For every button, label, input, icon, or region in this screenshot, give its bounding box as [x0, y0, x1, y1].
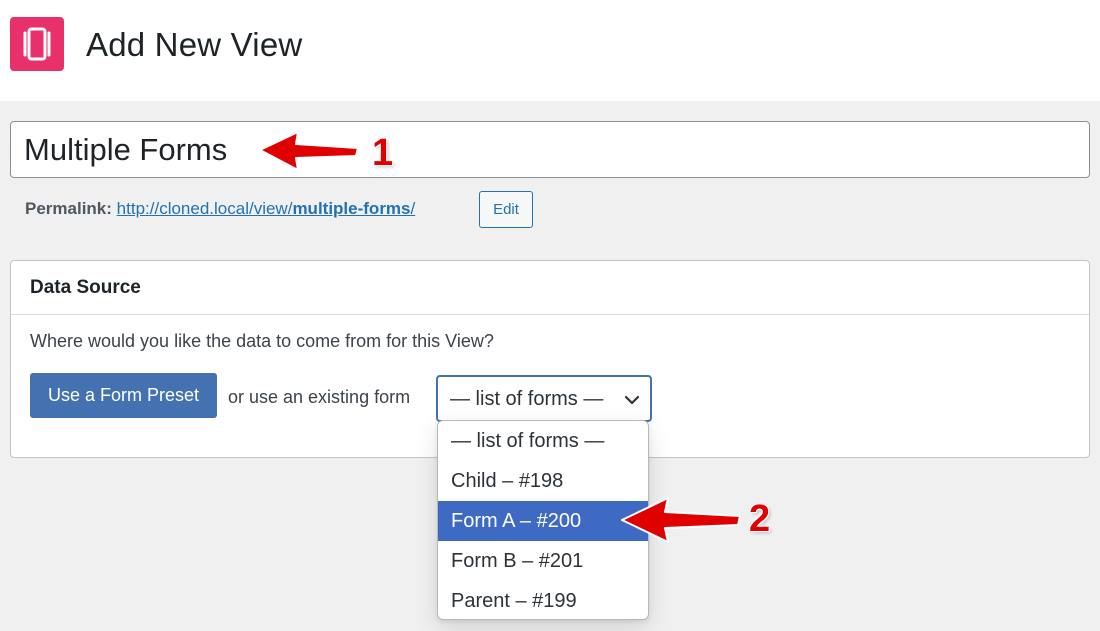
page-title: Add New View: [86, 26, 303, 63]
dropdown-option-form-a[interactable]: Form A – #200: [438, 501, 648, 541]
dropdown-option-list-of-forms[interactable]: — list of forms —: [438, 421, 648, 461]
dropdown-option-form-b[interactable]: Form B – #201: [438, 541, 648, 581]
view-logo-icon: [10, 17, 64, 71]
edit-permalink-button[interactable]: Edit: [479, 191, 533, 228]
data-source-heading: Data Source: [11, 261, 1089, 315]
data-source-question: Where would you like the data to come fr…: [30, 331, 494, 351]
permalink-link[interactable]: http://cloned.local/view/multiple-forms/: [117, 199, 416, 218]
form-select[interactable]: — list of forms —: [436, 375, 652, 422]
annotation-step-2: 2: [749, 498, 771, 540]
page-header: Add New View: [0, 0, 1100, 101]
view-title-input[interactable]: [10, 121, 1090, 178]
use-form-preset-button[interactable]: Use a Form Preset: [30, 373, 217, 418]
permalink: Permalink: http://cloned.local/view/mult…: [25, 199, 415, 219]
annotation-arrow-1-icon: [259, 131, 359, 171]
permalink-label: Permalink:: [25, 199, 112, 218]
chevron-down-icon: [624, 395, 640, 405]
or-text: or use an existing form: [228, 387, 411, 407]
dropdown-option-child[interactable]: Child – #198: [438, 461, 648, 501]
annotation-arrow-2-icon: [621, 497, 741, 543]
annotation-step-1: 1: [372, 132, 394, 174]
form-select-value: — list of forms —: [450, 388, 604, 410]
dropdown-option-parent[interactable]: Parent – #199: [438, 581, 648, 619]
